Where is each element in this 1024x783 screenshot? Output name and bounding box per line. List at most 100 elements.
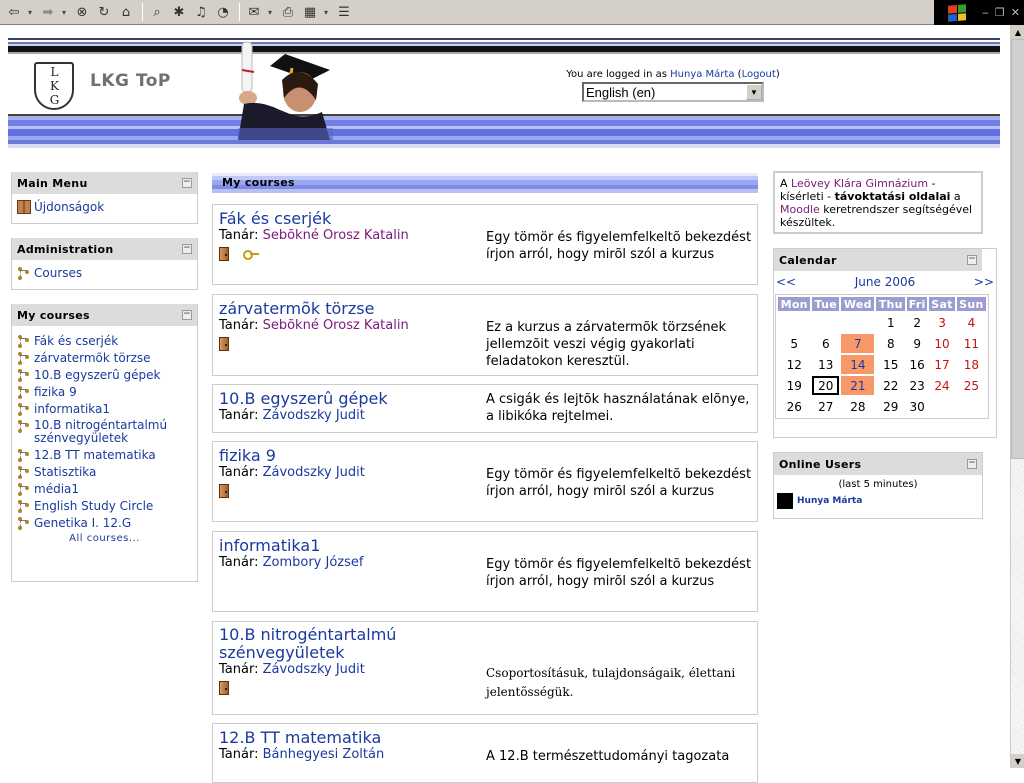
- course-title-link[interactable]: 10.B egyszerû gépek: [219, 389, 388, 408]
- calendar-day: 17: [934, 357, 950, 372]
- course-icon: [17, 351, 31, 365]
- course-link[interactable]: zárvatermõk törzse: [34, 351, 151, 365]
- vertical-scrollbar[interactable]: ▲ ▼: [1010, 25, 1024, 768]
- course-title-link[interactable]: 10.B nitrogéntartalmú szénvegyületek: [219, 626, 429, 662]
- course-list-item[interactable]: 12.B TT matematika: [17, 448, 192, 462]
- collapse-icon[interactable]: −: [182, 244, 192, 254]
- menu-item-news[interactable]: Újdonságok: [17, 200, 192, 214]
- course-list-item[interactable]: Fák és cserjék: [17, 334, 192, 348]
- mail-icon[interactable]: ✉: [244, 2, 264, 22]
- enrolment-key-icon[interactable]: [243, 250, 259, 260]
- home-icon[interactable]: ⌂: [116, 2, 136, 22]
- calendar-next-month[interactable]: >>: [974, 275, 994, 289]
- calendar-month-label[interactable]: June 2006: [855, 275, 916, 289]
- course-link[interactable]: 10.B egyszerû gépek: [34, 368, 160, 382]
- edit-icon[interactable]: ▦: [300, 2, 320, 22]
- course-title-link[interactable]: Fák és cserjék: [219, 209, 331, 228]
- teacher-link[interactable]: Závodszky Judit: [263, 408, 365, 423]
- teacher-link[interactable]: Sebõkné Orosz Katalin: [263, 228, 409, 243]
- teacher-link[interactable]: Zombory József: [263, 555, 364, 570]
- chevron-down-icon[interactable]: ▼: [746, 84, 762, 100]
- course-link[interactable]: fizika 9: [34, 385, 77, 399]
- forward-icon[interactable]: ➡: [38, 2, 58, 22]
- moodle-link[interactable]: Moodle: [780, 203, 820, 216]
- refresh-icon[interactable]: ↻: [94, 2, 114, 22]
- school-link[interactable]: Leövey Klára Gimnázium: [791, 177, 928, 190]
- language-select[interactable]: English (en) ▼: [582, 82, 764, 102]
- menu-item-label[interactable]: Újdonságok: [34, 200, 104, 214]
- collapse-icon[interactable]: −: [967, 255, 977, 265]
- teacher-link[interactable]: Bánhegyesi Zoltán: [263, 747, 385, 762]
- collapse-icon[interactable]: −: [967, 459, 977, 469]
- mail-dropdown-icon[interactable]: ▾: [266, 8, 274, 17]
- course-box: 10.B nitrogéntartalmú szénvegyületek Tan…: [212, 621, 758, 715]
- collapse-icon[interactable]: −: [182, 178, 192, 188]
- collapse-icon[interactable]: −: [182, 310, 192, 320]
- course-link[interactable]: English Study Circle: [34, 499, 153, 513]
- user-profile-link[interactable]: Hunya Márta: [670, 69, 734, 80]
- calendar-nav: << June 2006 >>: [774, 271, 996, 294]
- guest-door-icon[interactable]: [219, 681, 229, 695]
- course-list-item[interactable]: 10.B egyszerû gépek: [17, 368, 192, 382]
- logout-link[interactable]: Logout: [742, 69, 776, 80]
- admin-item-courses[interactable]: Courses: [17, 266, 192, 280]
- scrollbar-thumb[interactable]: [1011, 39, 1024, 459]
- search-icon[interactable]: ⌕: [147, 2, 167, 22]
- course-title-link[interactable]: informatika1: [219, 536, 320, 555]
- scroll-down-icon[interactable]: ▼: [1011, 754, 1024, 768]
- close-icon[interactable]: ✕: [1011, 6, 1020, 19]
- online-user-link[interactable]: Hunya Márta: [797, 496, 862, 506]
- school-logo[interactable]: LKG: [34, 62, 74, 110]
- history-icon[interactable]: ◔: [213, 2, 233, 22]
- admin-item-label[interactable]: Courses: [34, 266, 82, 280]
- forward-dropdown-icon[interactable]: ▾: [60, 8, 68, 17]
- calendar-day: 2: [913, 315, 921, 330]
- calendar-day: 30: [909, 399, 925, 414]
- site-name[interactable]: LKG ToP: [90, 71, 171, 91]
- course-list-item[interactable]: informatika1: [17, 402, 192, 416]
- restore-icon[interactable]: ❐: [995, 6, 1005, 19]
- course-list-item[interactable]: zárvatermõk törzse: [17, 351, 192, 365]
- calendar-day[interactable]: 21: [841, 376, 875, 395]
- course-title-link[interactable]: zárvatermõk törzse: [219, 299, 374, 318]
- course-link[interactable]: 10.B nitrogéntartalmú szénvegyületek: [34, 419, 184, 445]
- online-user-item[interactable]: Hunya Márta: [774, 493, 982, 509]
- print-icon[interactable]: ⎙: [278, 2, 298, 22]
- teacher-link[interactable]: Závodszky Judit: [263, 465, 365, 480]
- course-list-item[interactable]: English Study Circle: [17, 499, 192, 513]
- stop-icon[interactable]: ⊗: [72, 2, 92, 22]
- discuss-icon[interactable]: ☰: [334, 2, 354, 22]
- guest-door-icon[interactable]: [219, 484, 229, 498]
- course-title-link[interactable]: fizika 9: [219, 446, 276, 465]
- user-avatar[interactable]: [777, 493, 793, 509]
- minimize-icon[interactable]: ‒: [982, 6, 989, 19]
- course-link[interactable]: Statisztika: [34, 465, 96, 479]
- course-link[interactable]: Genetika I. 12.G: [34, 516, 131, 530]
- course-list-item[interactable]: 10.B nitrogéntartalmú szénvegyületek: [17, 419, 192, 445]
- teacher-link[interactable]: Sebõkné Orosz Katalin: [263, 318, 409, 333]
- course-list-item[interactable]: Statisztika: [17, 465, 192, 479]
- calendar-day[interactable]: 14: [841, 355, 875, 374]
- back-dropdown-icon[interactable]: ▾: [26, 8, 34, 17]
- calendar-prev-month[interactable]: <<: [776, 275, 796, 289]
- media-icon[interactable]: ♫: [191, 2, 211, 22]
- course-list-item[interactable]: média1: [17, 482, 192, 496]
- edit-dropdown-icon[interactable]: ▾: [322, 8, 330, 17]
- scroll-up-icon[interactable]: ▲: [1011, 25, 1024, 39]
- back-icon[interactable]: ⇦: [4, 2, 24, 22]
- guest-door-icon[interactable]: [219, 247, 229, 261]
- course-link[interactable]: Fák és cserjék: [34, 334, 118, 348]
- teacher-link[interactable]: Závodszky Judit: [263, 662, 365, 677]
- favorites-icon[interactable]: ✱: [169, 2, 189, 22]
- calendar-day[interactable]: 7: [841, 334, 875, 353]
- course-link[interactable]: 12.B TT matematika: [34, 448, 156, 462]
- course-link[interactable]: informatika1: [34, 402, 110, 416]
- course-list-item[interactable]: fizika 9: [17, 385, 192, 399]
- course-summary: Csoportosításuk, tulajdonságaik, élettan…: [486, 666, 736, 699]
- all-courses-link[interactable]: All courses...: [69, 533, 140, 544]
- calendar-day: 19: [786, 378, 802, 393]
- guest-door-icon[interactable]: [219, 337, 229, 351]
- course-list-item[interactable]: Genetika I. 12.G: [17, 516, 192, 530]
- course-link[interactable]: média1: [34, 482, 79, 496]
- course-title-link[interactable]: 12.B TT matematika: [219, 728, 381, 747]
